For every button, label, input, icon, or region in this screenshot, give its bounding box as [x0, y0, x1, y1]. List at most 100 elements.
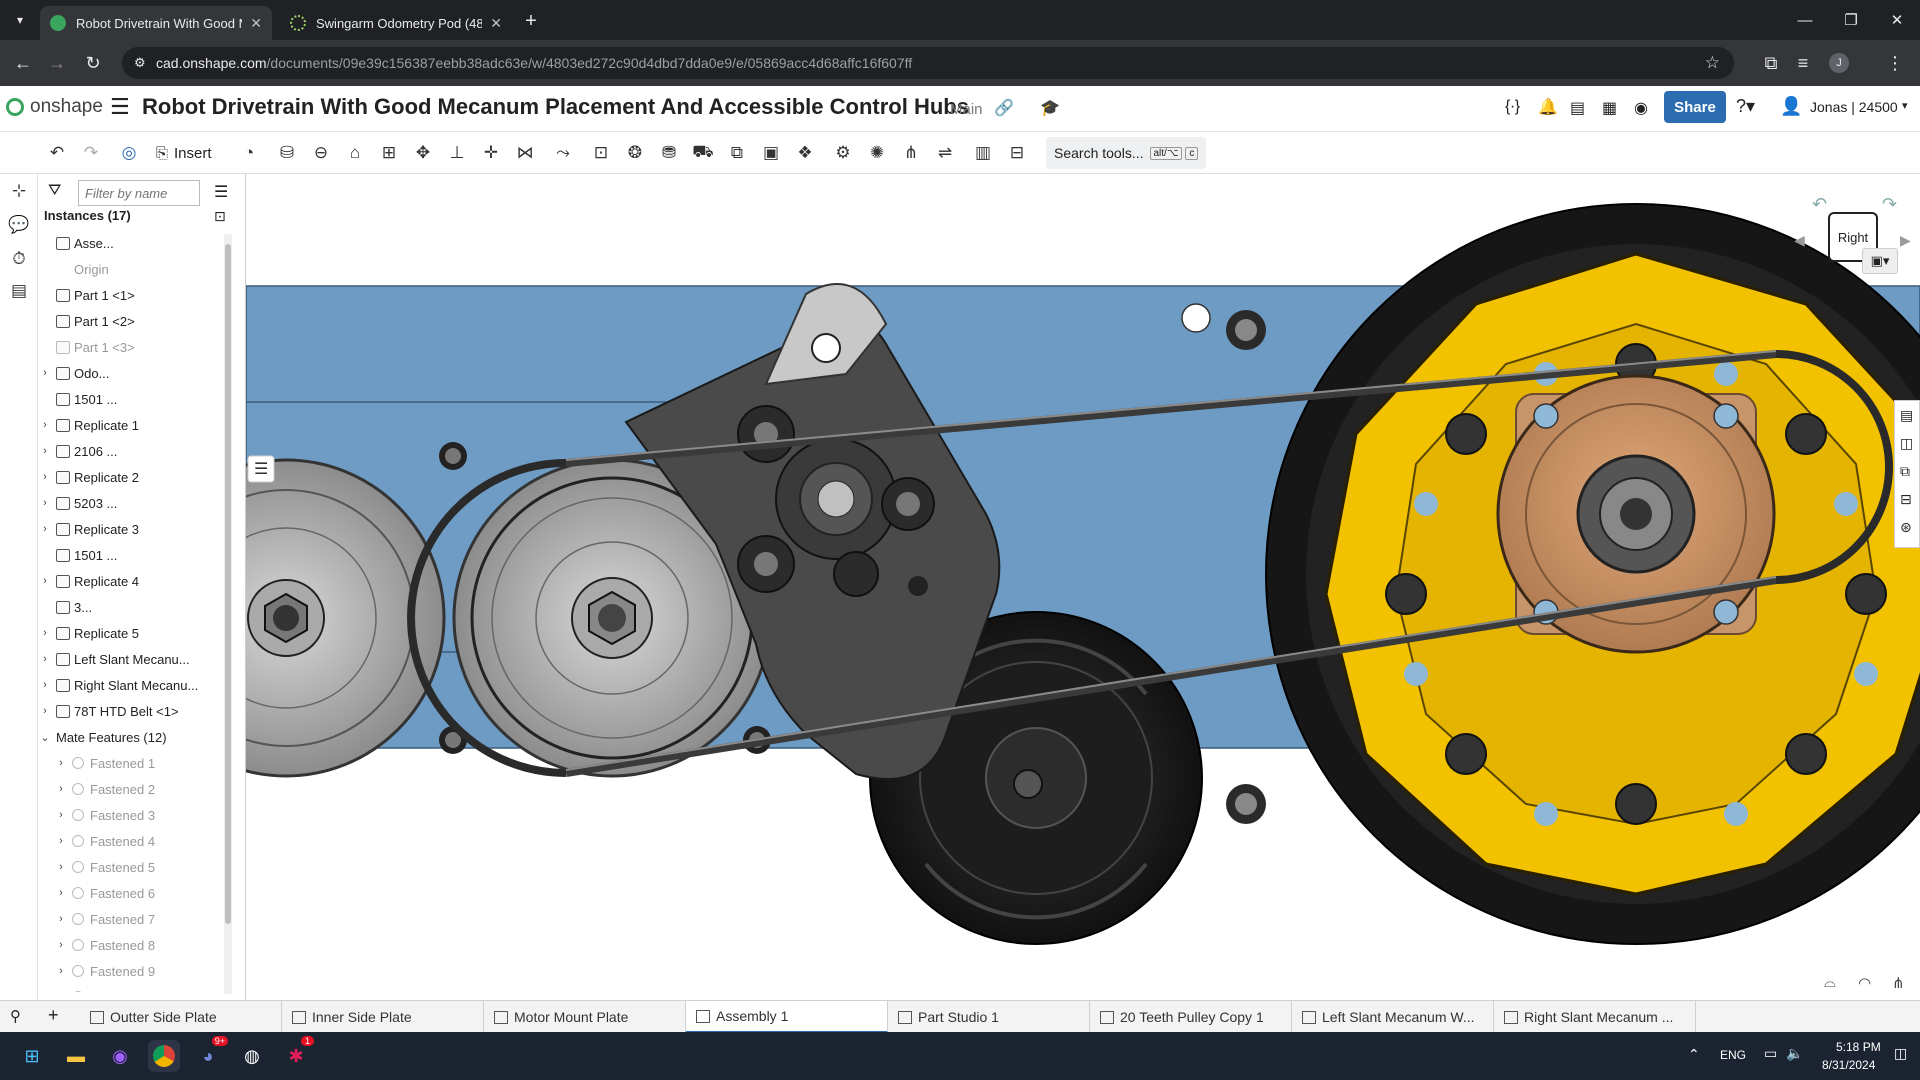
mate-features-header[interactable]: ⌄ Mate Features (12)	[38, 726, 218, 748]
expand-chevron-icon[interactable]: ›	[54, 887, 68, 899]
view-left-arrow-icon[interactable]: ◀	[1794, 232, 1805, 249]
tree-item[interactable]: Asse...	[38, 232, 218, 254]
mate-item[interactable]: › Fastened 10	[38, 986, 218, 992]
parallel-mate-icon[interactable]: ✛	[478, 140, 504, 166]
configuration-icon[interactable]: ⧉	[1900, 463, 1910, 480]
slider-mate-icon[interactable]: ⊖	[308, 140, 334, 166]
undo-icon[interactable]: ↶	[44, 140, 70, 166]
expand-chevron-icon[interactable]: ›	[38, 523, 52, 535]
tree-item[interactable]: › 78T HTD Belt <1>	[38, 700, 218, 722]
volume-icon[interactable]: 🔈	[1786, 1045, 1803, 1062]
mate-item[interactable]: › Fastened 8	[38, 934, 218, 956]
expand-chevron-icon[interactable]: ›	[54, 913, 68, 925]
branch-label[interactable]: Main	[950, 101, 983, 118]
expand-chevron-icon[interactable]: ›	[38, 627, 52, 639]
display-icon[interactable]: ▭	[1764, 1045, 1777, 1062]
tree-item[interactable]: Part 1 <3>	[38, 336, 218, 358]
share-button[interactable]: Share	[1664, 91, 1726, 123]
tree-item[interactable]: › 5203 ...	[38, 492, 218, 514]
pin-slot-mate-icon[interactable]: ✥	[410, 140, 436, 166]
browser-menu-icon[interactable]: ⋮	[1880, 48, 1910, 78]
simulation-icon[interactable]: ⊛	[1900, 519, 1912, 536]
messenger-icon[interactable]: ◉	[104, 1040, 136, 1072]
close-tab-icon[interactable]: ✕	[250, 15, 262, 32]
app-store-icon[interactable]: ▦	[1602, 98, 1617, 118]
tab-search-button[interactable]: ▾	[8, 8, 32, 32]
expand-chevron-icon[interactable]: ›	[54, 783, 68, 795]
scrollbar-thumb[interactable]	[225, 244, 231, 924]
learning-center-icon[interactable]: 🎓	[1040, 98, 1060, 118]
notification-center-icon[interactable]: ◫	[1894, 1045, 1907, 1062]
list-view-icon[interactable]: ☰	[214, 182, 228, 202]
filter-input[interactable]	[78, 180, 200, 206]
mate-item[interactable]: › Fastened 2	[38, 778, 218, 800]
screw-relation-icon[interactable]: ⋔	[898, 140, 924, 166]
tree-item[interactable]: Origin	[38, 258, 218, 280]
mate-item[interactable]: › Fastened 4	[38, 830, 218, 852]
expand-chevron-icon[interactable]: ›	[38, 575, 52, 587]
cad-model-view[interactable]: ☰	[246, 174, 1920, 1010]
mate-item[interactable]: › Fastened 5	[38, 856, 218, 878]
tab-manager-icon[interactable]: ⚲	[10, 1007, 21, 1025]
filter-icon[interactable]: ⛛	[48, 182, 61, 200]
expand-chevron-icon[interactable]: ›	[38, 367, 52, 379]
graphics-viewport[interactable]: ☰ ↶ ↷ ◀ ▶ Right ▣▾ ▤ ◫ ⧉ ⊟ ⊛ ⌓ ◠ ⋔	[246, 174, 1920, 1010]
insert-mate-icon[interactable]: ⊹	[6, 178, 32, 204]
expand-chevron-icon[interactable]: ›	[38, 445, 52, 457]
doc-tab[interactable]: Assembly 1	[686, 1001, 888, 1033]
expand-chevron-icon[interactable]: ›	[38, 471, 52, 483]
clock-date[interactable]: 8/31/2024	[1822, 1058, 1875, 1072]
tangent-mate-icon[interactable]: ⋈	[512, 140, 538, 166]
revolute-mate-icon[interactable]: ⛁	[274, 140, 300, 166]
browser-tab[interactable]: Swingarm Odometry Pod (48m ✕	[280, 6, 512, 40]
measure-icon[interactable]: ▥	[970, 140, 996, 166]
onshape-logo-icon[interactable]	[6, 98, 24, 116]
featurescript-icon[interactable]: {∙}	[1505, 98, 1520, 116]
release-icon[interactable]: ▤	[1570, 98, 1585, 118]
user-name[interactable]: Jonas | 24500	[1810, 99, 1898, 115]
url-field[interactable]: ⚙ cad.onshape.com/documents/09e39c156387…	[122, 47, 1734, 79]
gear-relation-icon[interactable]: ⚙	[830, 140, 856, 166]
planar-mate-icon[interactable]: ⌂	[342, 140, 368, 166]
render-mode-icon[interactable]: ⌓	[1824, 974, 1836, 991]
collapse-chevron-icon[interactable]: ⌄	[38, 731, 52, 744]
clock-time[interactable]: 5:18 PM	[1836, 1040, 1881, 1054]
replicate-icon[interactable]: ❂	[622, 140, 648, 166]
doc-tab[interactable]: Right Slant Mecanum ...	[1494, 1001, 1696, 1033]
doc-tab[interactable]: Motor Mount Plate	[484, 1001, 686, 1033]
tree-item[interactable]: › Left Slant Mecanu...	[38, 648, 218, 670]
rack-pinion-icon[interactable]: ✺	[864, 140, 890, 166]
doc-tab[interactable]: Inner Side Plate	[282, 1001, 484, 1033]
cylindrical-mate-icon[interactable]: ⊞	[376, 140, 402, 166]
new-tab-button[interactable]: +	[518, 8, 544, 34]
instances-header[interactable]: Instances (17)	[44, 208, 131, 223]
compare-icon[interactable]: ◉	[1634, 98, 1648, 118]
pattern-icon[interactable]: ⛃	[656, 140, 682, 166]
tree-item[interactable]: › Replicate 2	[38, 466, 218, 488]
close-tab-icon[interactable]: ✕	[490, 15, 502, 32]
expand-chevron-icon[interactable]: ›	[38, 653, 52, 665]
ball-mate-icon[interactable]: ⊥	[444, 140, 470, 166]
bookmark-star-icon[interactable]: ☆	[1705, 53, 1720, 73]
start-button-icon[interactable]: ⊞	[16, 1040, 48, 1072]
linear-relation-icon[interactable]: ⇌	[932, 140, 958, 166]
extensions-icon[interactable]: ⧉	[1756, 48, 1786, 78]
variables-icon[interactable]: ⊟	[1900, 491, 1912, 508]
back-icon[interactable]: ←	[8, 48, 38, 78]
view-right-arrow-icon[interactable]: ▶	[1900, 232, 1911, 249]
mate-item[interactable]: › Fastened 3	[38, 804, 218, 826]
onshape-app-icon[interactable]: ◍	[236, 1040, 268, 1072]
doc-tab[interactable]: 20 Teeth Pulley Copy 1	[1090, 1001, 1292, 1033]
forward-icon[interactable]: →	[42, 48, 72, 78]
language-indicator[interactable]: ENG	[1720, 1048, 1746, 1062]
mass-properties-icon[interactable]: ⊟	[1004, 140, 1030, 166]
named-views-icon[interactable]: ◠	[1858, 974, 1871, 992]
expand-chevron-icon[interactable]: ›	[54, 809, 68, 821]
panel-scrollbar[interactable]	[224, 234, 232, 994]
tree-item[interactable]: › Odo...	[38, 362, 218, 384]
mate-item[interactable]: › Fastened 7	[38, 908, 218, 930]
notifications-icon[interactable]: 🔔	[1538, 97, 1558, 117]
doc-tab[interactable]: Left Slant Mecanum W...	[1292, 1001, 1494, 1033]
expand-chevron-icon[interactable]: ›	[54, 835, 68, 847]
mate-item[interactable]: › Fastened 9	[38, 960, 218, 982]
